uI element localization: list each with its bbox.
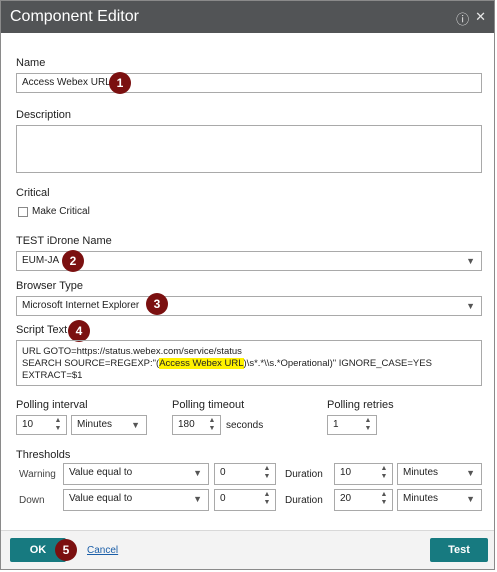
down-unit-select[interactable]: Minutes ▼ bbox=[397, 489, 482, 511]
script-text-label: Script Text bbox=[16, 324, 68, 336]
make-critical-label: Make Critical bbox=[32, 206, 90, 217]
browser-label: Browser Type bbox=[16, 280, 84, 292]
spinner-icon[interactable]: ▲ ▼ bbox=[362, 417, 374, 433]
polling-interval-label: Polling interval bbox=[16, 399, 88, 411]
description-textarea[interactable] bbox=[16, 125, 482, 173]
test-button[interactable]: Test bbox=[430, 538, 488, 562]
polling-retries-label: Polling retries bbox=[327, 399, 394, 411]
idrone-value: EUM-JA bbox=[22, 255, 60, 266]
callout-badge-5: 5 bbox=[55, 539, 77, 561]
thresholds-label: Thresholds bbox=[16, 449, 71, 461]
callout-badge-1: 1 bbox=[109, 72, 131, 94]
warning-condition-select[interactable]: Value equal to ▼ bbox=[63, 463, 209, 485]
timeout-unit-label: seconds bbox=[226, 420, 264, 431]
polling-interval-input[interactable]: 10 ▲ ▼ bbox=[16, 415, 67, 435]
script-line-1: URL GOTO=https://status.webex.com/servic… bbox=[22, 346, 242, 357]
title-bar: Component Editor ⓘ ✕ bbox=[1, 1, 494, 33]
polling-timeout-label: Polling timeout bbox=[172, 399, 245, 411]
idrone-select[interactable]: EUM-JA ▼ bbox=[16, 251, 482, 271]
critical-label: Critical bbox=[16, 187, 50, 199]
script-textarea[interactable]: URL GOTO=https://status.webex.com/servic… bbox=[16, 340, 482, 386]
chevron-down-icon: ▼ bbox=[466, 301, 475, 311]
spinner-icon[interactable]: ▲ ▼ bbox=[206, 417, 218, 433]
idrone-label: TEST iDrone Name bbox=[16, 235, 112, 247]
down-condition-select[interactable]: Value equal to ▼ bbox=[63, 489, 209, 511]
dialog-footer: OK 5 Cancel Test bbox=[1, 530, 494, 569]
warning-unit-select[interactable]: Minutes ▼ bbox=[397, 463, 482, 485]
down-value-input[interactable]: 0 ▲ ▼ bbox=[214, 489, 276, 511]
callout-badge-2: 2 bbox=[62, 250, 84, 272]
chevron-down-icon: ▼ bbox=[466, 494, 475, 504]
browser-value: Microsoft Internet Explorer bbox=[22, 300, 140, 311]
chevron-down-icon: ▼ bbox=[193, 468, 202, 478]
make-critical-checkbox[interactable] bbox=[18, 207, 28, 217]
spinner-icon[interactable]: ▲ ▼ bbox=[378, 491, 390, 507]
spinner-icon[interactable]: ▲ ▼ bbox=[378, 465, 390, 481]
callout-badge-3: 3 bbox=[146, 293, 168, 315]
component-editor-dialog: Component Editor ⓘ ✕ Name Access Webex U… bbox=[0, 0, 495, 570]
chevron-down-icon: ▼ bbox=[131, 420, 140, 430]
down-duration-label: Duration bbox=[285, 495, 323, 506]
warning-duration-input[interactable]: 10 ▲ ▼ bbox=[334, 463, 393, 485]
warning-value-input[interactable]: 0 ▲ ▼ bbox=[214, 463, 276, 485]
polling-timeout-input[interactable]: 180 ▲ ▼ bbox=[172, 415, 221, 435]
chevron-down-icon: ▼ bbox=[193, 494, 202, 504]
polling-retries-input[interactable]: 1 ▲ ▼ bbox=[327, 415, 377, 435]
warning-duration-label: Duration bbox=[285, 469, 323, 480]
polling-interval-unit-select[interactable]: Minutes ▼ bbox=[71, 415, 147, 435]
threshold-down-label: Down bbox=[19, 495, 45, 506]
callout-badge-4: 4 bbox=[68, 320, 90, 342]
dialog-title: Component Editor bbox=[10, 8, 139, 25]
chevron-down-icon: ▼ bbox=[466, 468, 475, 478]
spinner-icon[interactable]: ▲ ▼ bbox=[261, 465, 273, 481]
name-label: Name bbox=[16, 57, 46, 69]
name-input[interactable]: Access Webex URL bbox=[16, 73, 482, 93]
highlighted-text: Access Webex URL bbox=[159, 358, 244, 369]
browser-select[interactable]: Microsoft Internet Explorer ▼ bbox=[16, 296, 482, 316]
help-icon[interactable]: ⓘ bbox=[456, 9, 469, 28]
chevron-down-icon: ▼ bbox=[466, 256, 475, 266]
spinner-icon[interactable]: ▲ ▼ bbox=[52, 417, 64, 433]
description-label: Description bbox=[16, 109, 72, 121]
close-icon[interactable]: ✕ bbox=[475, 9, 486, 28]
cancel-link[interactable]: Cancel bbox=[87, 545, 118, 556]
threshold-warning-label: Warning bbox=[19, 469, 56, 480]
script-line-2: SEARCH SOURCE=REGEXP:"(Access Webex URL)… bbox=[22, 358, 432, 381]
spinner-icon[interactable]: ▲ ▼ bbox=[261, 491, 273, 507]
down-duration-input[interactable]: 20 ▲ ▼ bbox=[334, 489, 393, 511]
